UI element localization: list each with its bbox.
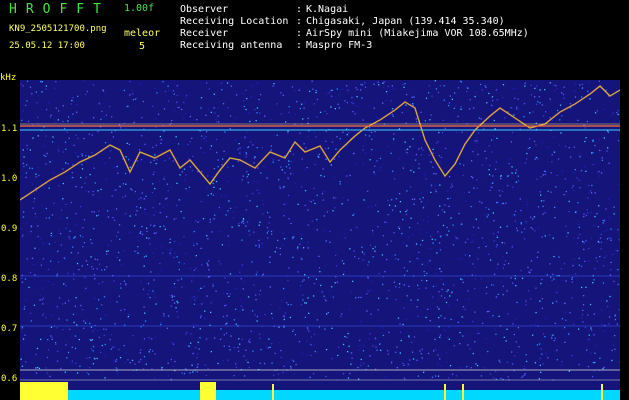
power-spike xyxy=(462,384,464,400)
receiver-value: AirSpy mini (Miakejima VOR 108.65MHz) xyxy=(306,28,529,39)
y-tick-label: 0.9 xyxy=(1,224,18,234)
meteor-label: meleor xyxy=(124,28,161,39)
app-title: HROFFT xyxy=(9,2,110,17)
observer-value: K.Nagai xyxy=(306,4,349,15)
y-tick-label: 1.0 xyxy=(1,174,18,184)
unit-label: kHz xyxy=(0,73,17,83)
y-tick-label: 1.1 xyxy=(1,124,18,134)
power-burst xyxy=(20,382,68,400)
y-tick-label: 0.7 xyxy=(1,324,18,334)
version-label: 1.00f xyxy=(124,3,155,14)
info-labels: Observer Receiving Location Receiver Rec… xyxy=(180,4,288,52)
power-burst xyxy=(200,382,216,400)
location-label: Receiving Location xyxy=(180,16,289,27)
datetime-label: 25.05.12 17:00 xyxy=(9,41,85,51)
y-tick-label: 0.6 xyxy=(1,374,18,384)
power-spike xyxy=(272,384,274,400)
location-value: Chigasaki, Japan (139.414 35.340) xyxy=(306,16,505,27)
observer-label: Observer xyxy=(180,4,229,15)
power-spike xyxy=(601,384,603,400)
power-spike xyxy=(444,384,446,400)
filename-label: KN9_2505121700.png xyxy=(9,24,107,34)
spectrogram-plot xyxy=(20,80,620,400)
power-floor xyxy=(20,390,620,400)
info-values: K.Nagai Chigasaki, Japan (139.414 35.340… xyxy=(306,4,529,52)
meteor-count: 5 xyxy=(139,41,146,52)
antenna-value: Maspro FM-3 xyxy=(306,40,373,51)
y-tick-label: 0.8 xyxy=(1,274,18,284)
antenna-label: Receiving antenna xyxy=(180,40,283,51)
info-colons: : : : : xyxy=(296,4,303,51)
hrofft-spectrogram-window: { "header": { "title": "HROFFT", "versio… xyxy=(0,0,629,400)
receiver-label: Receiver xyxy=(180,28,229,39)
